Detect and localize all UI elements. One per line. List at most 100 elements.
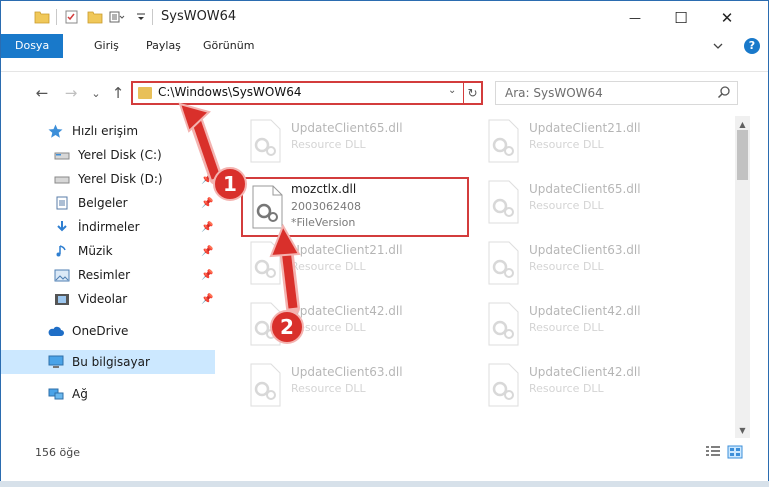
file-name: UpdateClient21.dll (529, 121, 641, 135)
pin-icon[interactable]: 📌 (201, 174, 213, 185)
drive-icon (53, 148, 70, 162)
scroll-down-icon[interactable]: ▼ (735, 422, 750, 438)
file-item[interactable]: UpdateClient42.dll Resource DLL (477, 360, 707, 420)
dll-file-icon (488, 180, 519, 224)
sidebar-item-label: Yerel Disk (D:) (78, 172, 163, 186)
sidebar-item-label: İndirmeler (78, 220, 140, 234)
documents-icon (53, 196, 70, 210)
folder-icon (138, 87, 152, 99)
file-description: Resource DLL (529, 382, 604, 395)
file-name: UpdateClient65.dll (529, 182, 641, 196)
sidebar-item-label: Hızlı erişim (72, 124, 139, 138)
sidebar-item-videos[interactable]: Videolar 📌 (1, 287, 215, 311)
search-box[interactable]: Ara: SysWOW64 (495, 81, 738, 105)
sidebar-item-network[interactable]: Ağ (1, 382, 215, 406)
address-dropdown-icon[interactable]: ⌄ (448, 85, 456, 96)
file-name: UpdateClient63.dll (529, 243, 641, 257)
navigation-pane: Hızlı erişim Yerel Disk (C:) 📌 Yerel Dis… (1, 116, 217, 438)
file-version: *FileVersion (291, 216, 356, 229)
file-name: UpdateClient42.dll (291, 304, 403, 318)
pin-icon[interactable]: 📌 (201, 294, 213, 305)
recent-locations-button[interactable]: ⌄ (85, 82, 107, 104)
refresh-button[interactable]: ↻ (463, 83, 481, 103)
help-icon[interactable]: ? (744, 38, 760, 54)
dll-file-icon (488, 363, 519, 407)
forward-button[interactable]: → (60, 82, 82, 104)
file-item-mozctlx[interactable]: mozctlx.dll 2003062408 *FileVersion (241, 177, 469, 237)
dll-file-icon (250, 363, 281, 407)
minimize-icon: — (629, 10, 641, 25)
sidebar-item-local-disk-c[interactable]: Yerel Disk (C:) 📌 (1, 143, 215, 167)
file-name: UpdateClient21.dll (291, 243, 403, 257)
file-name: UpdateClient42.dll (529, 365, 641, 379)
ribbon: Dosya Giriş Paylaş Görünüm ? (1, 34, 768, 72)
sidebar-item-documents[interactable]: Belgeler 📌 (1, 191, 215, 215)
tab-view[interactable]: Görünüm (192, 34, 265, 58)
file-name: UpdateClient65.dll (291, 121, 403, 135)
sidebar-item-downloads[interactable]: İndirmeler 📌 (1, 215, 215, 239)
title-bar: SysWOW64 — ☐ ✕ (1, 1, 768, 34)
file-name: UpdateClient42.dll (529, 304, 641, 318)
tab-home[interactable]: Giriş (83, 34, 130, 58)
desktop-strip (0, 481, 769, 487)
address-bar[interactable]: C:\Windows\SysWOW64 ⌄ ↻ (131, 81, 483, 105)
pin-icon[interactable]: 📌 (201, 246, 213, 257)
network-icon (47, 387, 64, 401)
sidebar-item-label: OneDrive (72, 324, 129, 338)
pin-icon[interactable]: 📌 (201, 270, 213, 281)
scroll-thumb[interactable] (737, 130, 748, 180)
file-item[interactable]: UpdateClient65.dll Resource DLL (239, 116, 469, 176)
star-icon (47, 124, 64, 138)
address-row: ← → ⌄ ↑ C:\Windows\SysWOW64 ⌄ ↻ Ara: Sys… (1, 72, 768, 116)
sidebar-item-label: Müzik (78, 244, 113, 258)
search-icon[interactable] (717, 85, 731, 99)
dll-file-icon (250, 119, 281, 163)
new-folder-icon[interactable] (87, 10, 103, 24)
large-icons-view-icon[interactable] (727, 445, 743, 459)
file-item[interactable]: UpdateClient65.dll Resource DLL (477, 177, 707, 237)
dll-file-icon (252, 185, 283, 229)
pin-icon[interactable]: 📌 (201, 150, 213, 161)
up-button[interactable]: ↑ (107, 82, 129, 104)
file-item[interactable]: UpdateClient63.dll Resource DLL (239, 360, 469, 420)
sidebar-item-onedrive[interactable]: OneDrive (1, 319, 215, 343)
customize-toolbar-icon[interactable] (109, 10, 125, 24)
music-icon (53, 244, 70, 258)
dll-file-icon (488, 302, 519, 346)
computer-icon (47, 355, 64, 369)
explorer-window: SysWOW64 — ☐ ✕ Dosya Giriş Paylaş Görünü… (0, 0, 769, 481)
expand-ribbon-icon[interactable] (711, 39, 725, 53)
item-count: 156 öğe (35, 446, 80, 459)
dll-file-icon (488, 119, 519, 163)
file-description: Resource DLL (529, 260, 604, 273)
properties-icon[interactable] (64, 10, 80, 24)
file-name: mozctlx.dll (291, 182, 357, 196)
address-path[interactable]: C:\Windows\SysWOW64 (158, 85, 302, 99)
quick-access-dropdown-icon[interactable] (136, 10, 146, 24)
sidebar-item-music[interactable]: Müzik 📌 (1, 239, 215, 263)
maximize-button[interactable]: ☐ (658, 1, 704, 34)
file-item[interactable]: UpdateClient21.dll Resource DLL (477, 116, 707, 176)
pin-icon[interactable]: 📌 (201, 198, 213, 209)
minimize-button[interactable]: — (612, 1, 658, 34)
back-button[interactable]: ← (31, 82, 53, 104)
sidebar-item-label: Belgeler (78, 196, 128, 210)
file-item[interactable]: UpdateClient21.dll Resource DLL (239, 238, 469, 298)
sidebar-item-pictures[interactable]: Resimler 📌 (1, 263, 215, 287)
sidebar-item-this-pc[interactable]: Bu bilgisayar (1, 350, 215, 374)
close-button[interactable]: ✕ (704, 1, 750, 34)
tab-file[interactable]: Dosya (1, 34, 64, 58)
file-name: UpdateClient63.dll (291, 365, 403, 379)
file-item[interactable]: UpdateClient63.dll Resource DLL (477, 238, 707, 298)
file-item[interactable]: UpdateClient42.dll Resource DLL (477, 299, 707, 359)
sidebar-item-quick-access[interactable]: Hızlı erişim (1, 119, 215, 143)
pin-icon[interactable]: 📌 (201, 222, 213, 233)
sidebar-item-local-disk-d[interactable]: Yerel Disk (D:) 📌 (1, 167, 215, 191)
videos-icon (53, 292, 70, 306)
sidebar-item-label: Videolar (78, 292, 128, 306)
tab-share[interactable]: Paylaş (135, 34, 192, 58)
sidebar-item-label: Resimler (78, 268, 131, 282)
vertical-scrollbar[interactable]: ▲ ▼ (735, 116, 750, 438)
details-view-icon[interactable] (705, 445, 721, 459)
cloud-icon (47, 324, 64, 338)
